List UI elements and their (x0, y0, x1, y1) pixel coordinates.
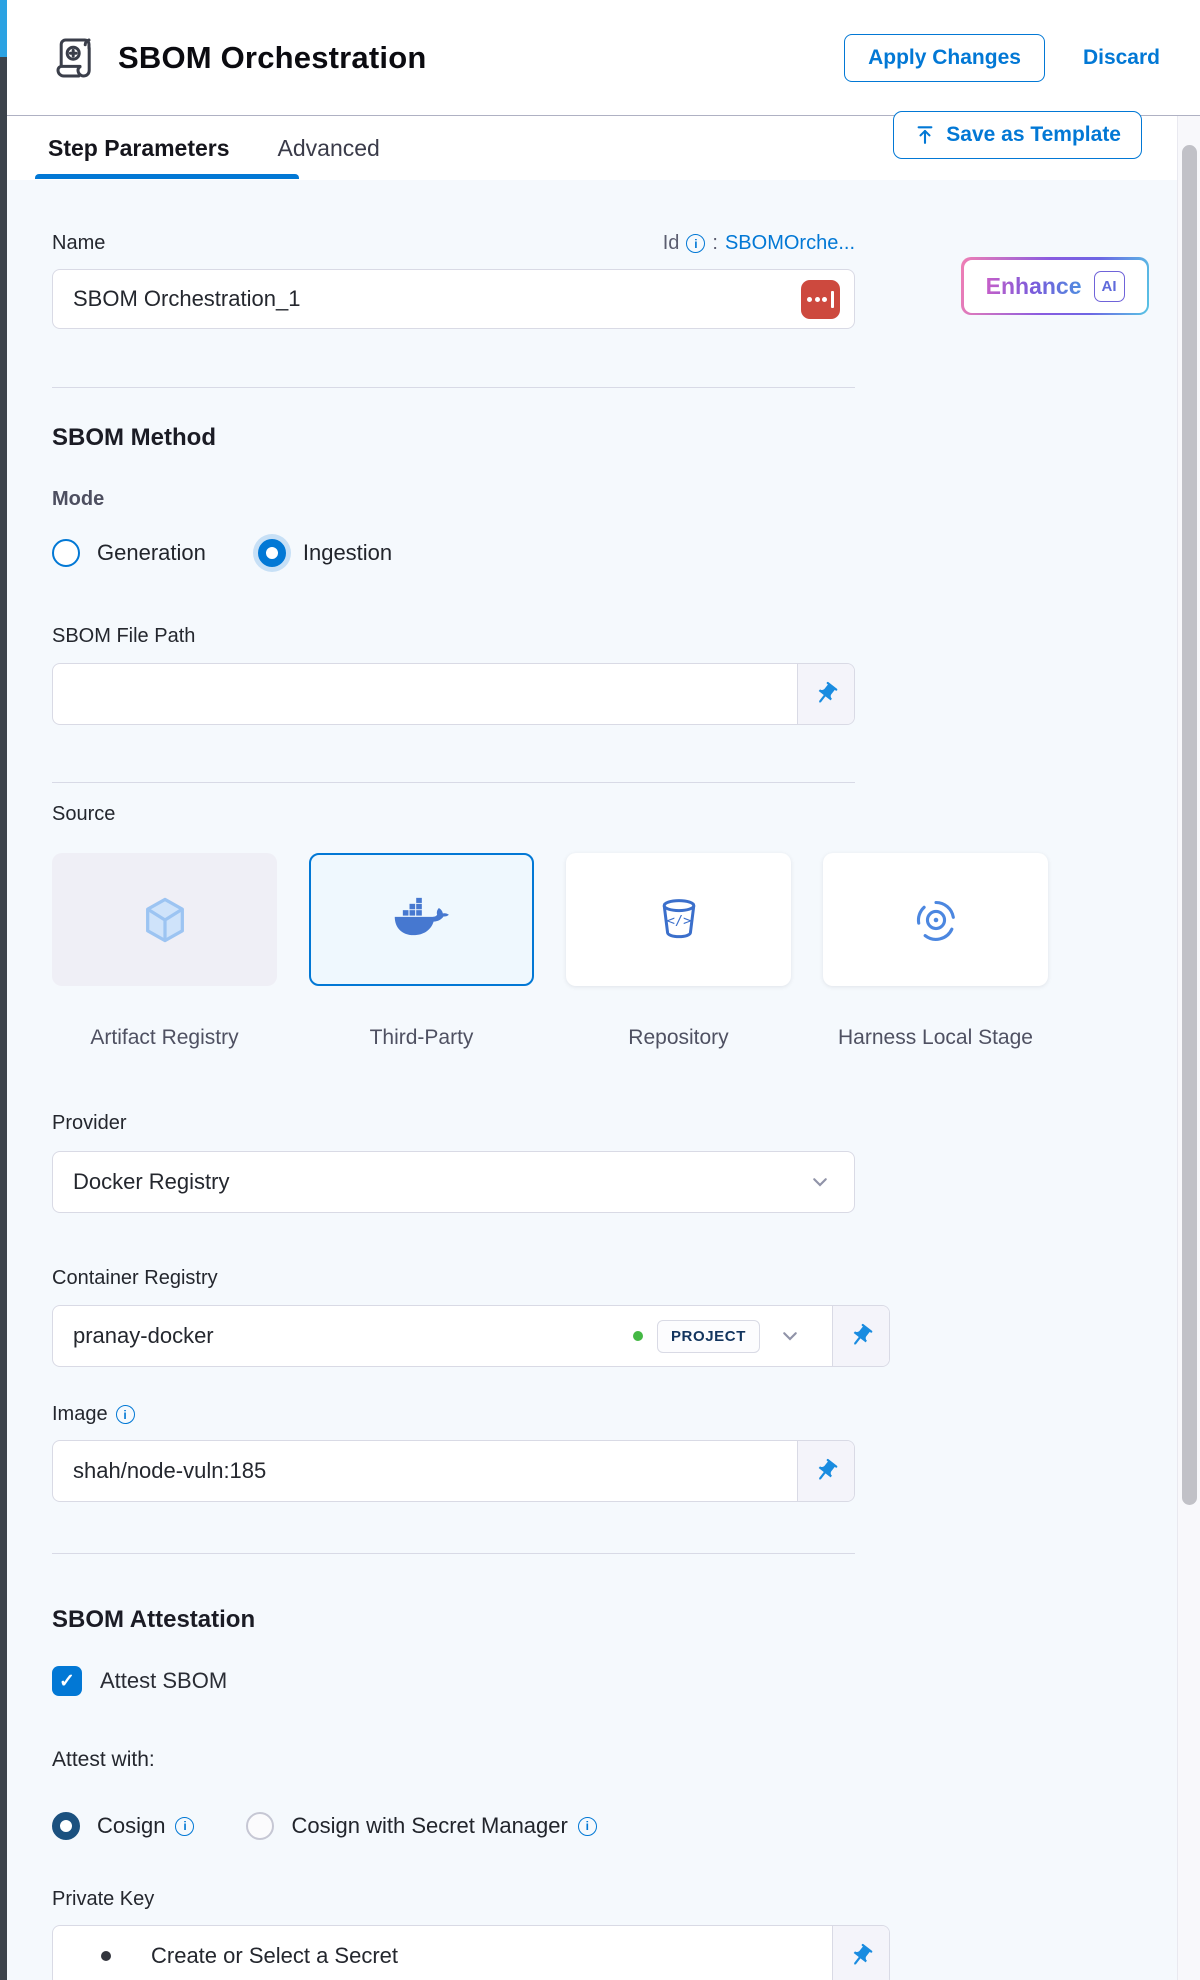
divider (52, 782, 855, 783)
scrollbar-track[interactable] (1177, 116, 1200, 1980)
ai-badge-icon: AI (1094, 271, 1125, 302)
page-edge-strip (0, 0, 7, 1980)
source-card-label[interactable]: Harness Local Stage (838, 1021, 1033, 1055)
radio-generation[interactable] (52, 539, 80, 567)
chevron-down-icon (810, 1172, 830, 1192)
divider (52, 387, 855, 388)
pin-icon (843, 1938, 879, 1974)
source-card-artifact-registry[interactable] (52, 853, 277, 986)
runtime-input-pin-button[interactable] (797, 1441, 854, 1501)
container-registry-label: Container Registry (52, 1267, 1200, 1290)
provider-label: Provider (52, 1112, 1200, 1135)
pin-icon (808, 1453, 844, 1489)
edit-name-icon[interactable] (801, 280, 840, 319)
private-key-label: Private Key (52, 1888, 1200, 1911)
artifact-registry-icon (139, 894, 191, 946)
image-input[interactable]: shah/node-vuln:185 (52, 1440, 855, 1502)
attest-sbom-checkbox[interactable]: ✓ (52, 1666, 82, 1696)
name-label: Name (52, 232, 105, 255)
repository-icon: </> (655, 896, 703, 944)
sbom-method-heading: SBOM Method (52, 424, 1200, 452)
radio-cosign[interactable] (52, 1812, 80, 1840)
image-label: Image (52, 1403, 108, 1426)
tab-advanced[interactable]: Advanced (278, 135, 380, 162)
scrollbar-thumb[interactable] (1182, 145, 1197, 1505)
runtime-input-pin-button[interactable] (797, 664, 854, 724)
step-id[interactable]: Id i : SBOMOrche... (663, 232, 855, 255)
page-title: SBOM Orchestration (118, 40, 426, 76)
source-card-label[interactable]: Artifact Registry (90, 1021, 238, 1055)
cosign-secret-manager-info-icon[interactable]: i (578, 1817, 597, 1836)
tab-step-parameters[interactable]: Step Parameters (48, 135, 230, 162)
radio-cosign-label[interactable]: Cosign (97, 1813, 165, 1839)
source-card-repository[interactable]: </> (566, 853, 791, 986)
header-actions: Apply Changes Discard (844, 34, 1160, 82)
mode-label: Mode (52, 488, 1200, 511)
secret-icon (101, 1951, 111, 1961)
runtime-input-pin-button[interactable] (832, 1926, 889, 1980)
tab-bar: Step Parameters Advanced Save as Templat… (7, 116, 1200, 180)
page-edge-accent (0, 0, 7, 57)
radio-cosign-secret-manager-label[interactable]: Cosign with Secret Manager (291, 1813, 567, 1839)
upload-icon (914, 124, 936, 146)
sbom-step-icon (52, 34, 100, 82)
radio-ingestion[interactable] (258, 539, 286, 567)
active-tab-underline (35, 174, 299, 179)
cosign-info-icon[interactable]: i (175, 1817, 194, 1836)
drawer-header: SBOM Orchestration Apply Changes Discard (7, 0, 1200, 116)
source-card-third-party[interactable] (309, 853, 534, 986)
divider (52, 1553, 855, 1554)
save-as-template-button[interactable]: Save as Template (893, 111, 1142, 159)
apply-changes-button[interactable]: Apply Changes (844, 34, 1045, 82)
chevron-down-icon[interactable] (780, 1326, 800, 1346)
pin-icon (843, 1318, 879, 1354)
enhance-ai-button[interactable]: Enhance AI (961, 257, 1149, 315)
step-config-drawer: SBOM Orchestration Apply Changes Discard… (7, 0, 1200, 1980)
sbom-file-path-input[interactable] (52, 663, 855, 725)
source-label: Source (52, 803, 1200, 826)
radio-ingestion-label[interactable]: Ingestion (303, 540, 392, 566)
source-card-harness-local-stage[interactable] (823, 853, 1048, 986)
attest-with-label: Attest with: (52, 1748, 1200, 1772)
sbom-attestation-heading: SBOM Attestation (52, 1606, 1200, 1634)
image-info-icon[interactable]: i (116, 1405, 135, 1424)
provider-select[interactable]: Docker Registry (52, 1151, 855, 1213)
discard-button[interactable]: Discard (1083, 46, 1160, 70)
step-parameters-form: Enhance AI Name Id i : SBOMOrche... SBOM… (7, 232, 1200, 1980)
radio-cosign-secret-manager[interactable] (246, 1812, 274, 1840)
harness-local-stage-icon (911, 895, 961, 945)
runtime-input-pin-button[interactable] (832, 1306, 889, 1366)
source-card-label[interactable]: Repository (628, 1021, 728, 1055)
radio-generation-label[interactable]: Generation (97, 540, 206, 566)
id-info-icon[interactable]: i (686, 234, 705, 253)
source-card-group: Artifact Registry (52, 853, 1200, 1055)
scope-badge: PROJECT (657, 1320, 760, 1353)
step-id-value: SBOMOrche... (725, 232, 855, 255)
attest-sbom-label[interactable]: Attest SBOM (100, 1668, 227, 1694)
docker-whale-icon (393, 897, 451, 943)
pin-icon (808, 676, 844, 712)
sbom-file-path-label: SBOM File Path (52, 625, 1200, 648)
container-registry-input[interactable]: pranay-docker PROJECT (52, 1305, 890, 1367)
source-card-label[interactable]: Third-Party (370, 1021, 474, 1055)
enhance-label: Enhance (986, 273, 1082, 300)
svg-text:</>: </> (666, 913, 691, 929)
private-key-secret-input[interactable]: Create or Select a Secret (52, 1925, 890, 1980)
connector-status-dot (633, 1331, 643, 1341)
name-input[interactable]: SBOM Orchestration_1 (52, 269, 855, 329)
